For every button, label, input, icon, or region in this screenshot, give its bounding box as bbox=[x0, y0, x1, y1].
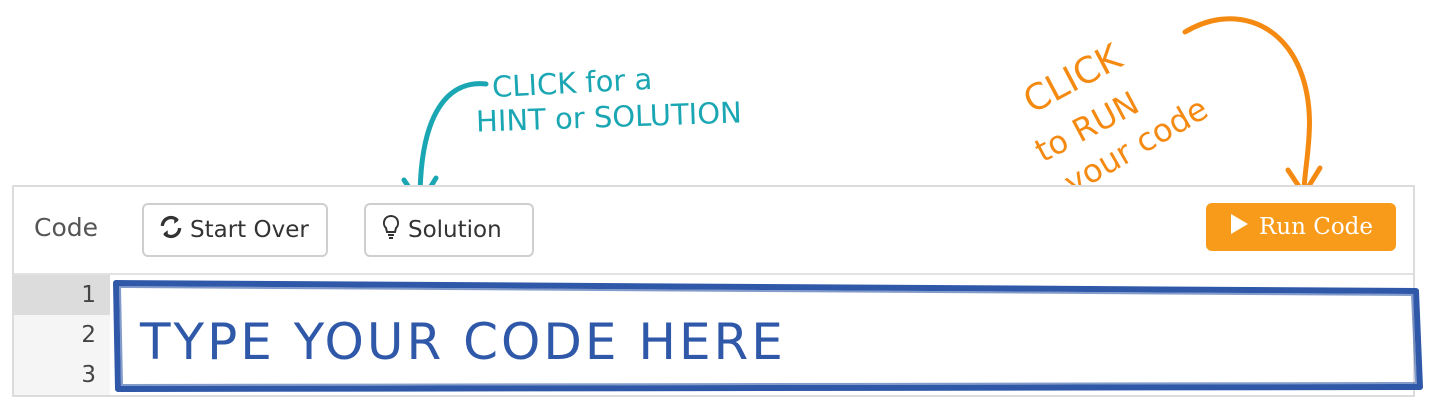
start-over-button[interactable]: Start Over bbox=[142, 203, 328, 257]
line-number: 1 bbox=[14, 275, 110, 315]
line-number-gutter: 1 2 3 bbox=[14, 275, 110, 395]
type-code-here-overlay: TYPE YOUR CODE HERE bbox=[140, 313, 786, 371]
play-icon bbox=[1229, 213, 1249, 241]
start-over-label: Start Over bbox=[190, 217, 309, 243]
code-panel: Code Start Over Solution Run Code 1 2 3 … bbox=[12, 185, 1423, 397]
solution-label: Solution bbox=[408, 217, 502, 243]
refresh-icon bbox=[158, 214, 184, 246]
code-editor[interactable]: TYPE YOUR CODE HERE bbox=[110, 275, 1423, 395]
run-code-button[interactable]: Run Code bbox=[1206, 203, 1396, 251]
solution-button[interactable]: Solution bbox=[364, 203, 534, 257]
line-number: 3 bbox=[81, 362, 96, 388]
line-number: 2 bbox=[81, 322, 96, 348]
code-toolbar: Code Start Over Solution Run Code bbox=[14, 187, 1413, 275]
hint-arrow bbox=[417, 81, 489, 203]
lightbulb-icon bbox=[380, 214, 402, 246]
run-code-label: Run Code bbox=[1258, 214, 1374, 240]
code-label: Code bbox=[34, 213, 99, 242]
